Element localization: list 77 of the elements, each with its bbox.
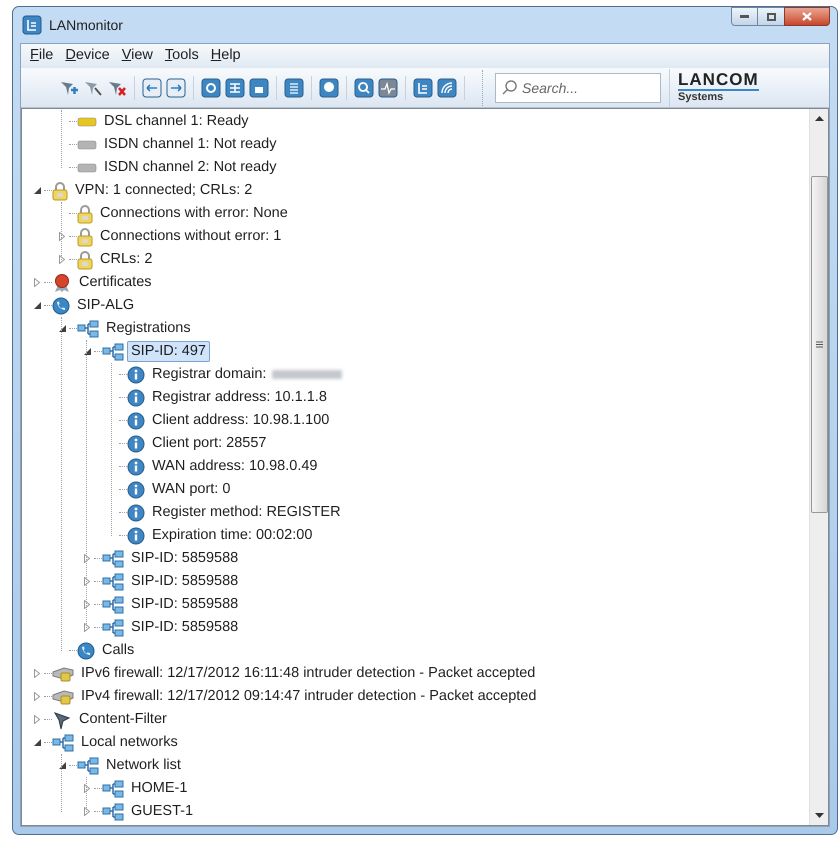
menu-item[interactable]: Tools	[158, 45, 205, 67]
arrow-left-icon[interactable]	[140, 76, 164, 100]
funnel-icon	[52, 710, 72, 730]
logo-wordmark: LANCOM	[678, 71, 759, 91]
menu-item[interactable]: View	[116, 45, 159, 67]
info-icon	[127, 480, 145, 498]
network-icon	[102, 572, 124, 590]
collapse-triangle-icon[interactable]	[34, 302, 40, 309]
window-title: LANmonitor	[49, 16, 123, 34]
menu-item[interactable]: File	[24, 45, 60, 67]
expand-triangle-icon[interactable]	[84, 554, 90, 563]
info-icon	[127, 458, 145, 476]
tree-item[interactable]: SIP-ID: 497	[127, 341, 210, 362]
expand-triangle-icon[interactable]	[34, 715, 40, 724]
expand-triangle-icon[interactable]	[34, 692, 40, 701]
expand-triangle-icon[interactable]	[59, 255, 65, 264]
scroll-down-icon[interactable]	[814, 813, 824, 818]
firewall-icon	[52, 666, 74, 682]
led-bar-icon	[77, 162, 97, 172]
network-icon	[52, 734, 74, 752]
search-field[interactable]: Search...	[495, 72, 661, 102]
network-icon	[102, 550, 124, 568]
arrow-right-icon[interactable]	[164, 76, 188, 100]
collapse-triangle-icon[interactable]	[34, 187, 40, 194]
logo-tagline: Systems	[678, 91, 724, 104]
network-icon	[102, 342, 124, 360]
menu-item[interactable]: Device	[59, 45, 116, 67]
scroll-up-icon[interactable]	[814, 116, 824, 121]
expand-triangle-icon[interactable]	[84, 784, 90, 793]
list-icon[interactable]	[282, 76, 306, 100]
expand-triangle-icon[interactable]	[84, 600, 90, 609]
collapse-triangle-icon[interactable]	[58, 325, 66, 332]
info-icon	[127, 434, 145, 452]
search-icon[interactable]	[352, 76, 376, 100]
phone-globe-icon	[52, 296, 70, 314]
maximize-button[interactable]	[758, 7, 784, 26]
expand-triangle-icon[interactable]	[84, 577, 90, 586]
grip-icon	[816, 341, 822, 348]
phone-globe-icon	[77, 642, 95, 660]
network-icon	[77, 756, 99, 774]
info-icon	[127, 412, 145, 430]
collapse-triangle-icon[interactable]	[34, 739, 40, 746]
firewall-icon	[52, 688, 74, 704]
network-icon	[102, 780, 124, 798]
network-icon	[102, 596, 124, 614]
led-bar-icon	[77, 116, 97, 126]
network-icon	[77, 320, 99, 338]
pulse-icon[interactable]	[376, 76, 400, 100]
padlock-icon	[77, 250, 93, 270]
grid-icon[interactable]	[223, 76, 247, 100]
minimize-button[interactable]	[731, 7, 758, 26]
network-icon	[102, 802, 124, 820]
app-logo-icon[interactable]	[411, 76, 435, 100]
collapse-triangle-icon[interactable]	[84, 348, 90, 355]
wireless-icon[interactable]	[435, 76, 459, 100]
rosette-icon	[52, 272, 72, 292]
info-icon	[127, 526, 145, 544]
search-icon	[501, 78, 519, 96]
expand-triangle-icon[interactable]	[34, 669, 40, 678]
scrollbar-thumb[interactable]	[810, 176, 828, 513]
info-icon	[127, 366, 145, 384]
padlock-icon	[52, 180, 68, 200]
expand-triangle-icon[interactable]	[84, 807, 90, 816]
padlock-icon	[77, 226, 93, 246]
collapse-triangle-icon[interactable]	[58, 762, 66, 769]
expand-triangle-icon[interactable]	[34, 278, 40, 287]
close-icon	[802, 12, 812, 21]
padlock-icon	[77, 204, 93, 224]
menu-item[interactable]: Help	[204, 45, 247, 67]
close-button[interactable]	[784, 7, 830, 26]
expand-triangle-icon[interactable]	[59, 232, 65, 241]
expand-triangle-icon[interactable]	[84, 623, 90, 632]
info-icon	[127, 388, 145, 406]
led-bar-icon	[77, 140, 97, 150]
info-icon	[127, 504, 145, 522]
network-icon	[102, 618, 124, 636]
app-logo-icon	[22, 15, 42, 35]
